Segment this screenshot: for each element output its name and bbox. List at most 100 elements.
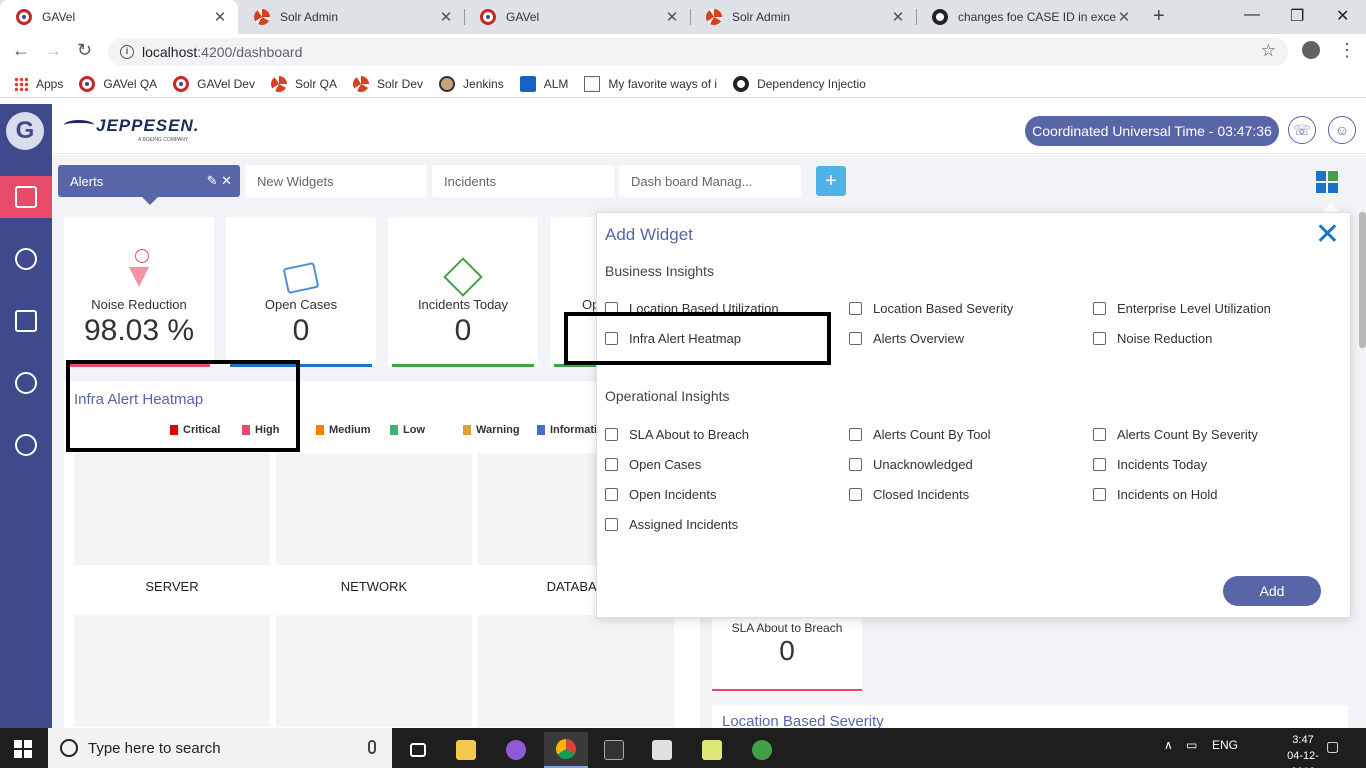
checkbox-incidents-today[interactable]: Incidents Today <box>1093 457 1207 472</box>
window-close-icon[interactable]: ✕ <box>1336 6 1349 26</box>
hs-app-icon[interactable] <box>740 732 784 768</box>
heatmap-cell-server[interactable] <box>74 453 270 565</box>
checkbox-open-incidents[interactable]: Open Incidents <box>605 487 716 502</box>
maximize-icon[interactable]: ❐ <box>1290 6 1304 26</box>
bookmark-dependency-injection[interactable]: Dependency Injectio <box>733 75 866 92</box>
support-icon[interactable]: ☏ <box>1288 116 1316 144</box>
tab-incidents[interactable]: Incidents <box>432 165 614 197</box>
site-info-icon[interactable]: i <box>120 45 134 59</box>
bookmark-alm[interactable]: ALM <box>519 75 568 92</box>
bookmark-gavel-qa[interactable]: GAVel QA <box>79 75 157 92</box>
card-sla-about-to-breach[interactable]: SLA About to Breach 0 <box>712 617 862 691</box>
url-input[interactable]: i localhost:4200/dashboard ☆ <box>108 38 1288 66</box>
checkbox-alerts-count-by-severity[interactable]: Alerts Count By Severity <box>1093 427 1258 442</box>
close-icon[interactable]: ✕ <box>890 8 906 26</box>
browser-tab-gavel-1[interactable]: GAVel ✕ <box>0 0 238 34</box>
card-incidents-today[interactable]: Incidents Today 0 <box>388 217 538 367</box>
taskbar-search-input[interactable]: Type here to search <box>48 728 392 768</box>
bookmark-solr-qa[interactable]: Solr QA <box>270 75 337 92</box>
close-icon[interactable]: ✕ <box>664 8 680 26</box>
browser-tab-solr-1[interactable]: Solr Admin ✕ <box>238 0 464 34</box>
checkbox-closed-incidents[interactable]: Closed Incidents <box>849 487 969 502</box>
close-icon[interactable]: ✕ <box>212 8 228 26</box>
card-label: Open Cases <box>264 297 338 312</box>
file-explorer-icon[interactable] <box>444 732 488 768</box>
sidebar-item-settings[interactable] <box>0 424 52 466</box>
bookmark-solr-dev[interactable]: Solr Dev <box>353 75 423 92</box>
forward-icon[interactable]: → <box>44 40 62 61</box>
heatmap-cell[interactable] <box>276 615 472 727</box>
checkbox-unacknowledged[interactable]: Unacknowledged <box>849 457 973 472</box>
checkbox-assigned-incidents[interactable]: Assigned Incidents <box>605 517 738 532</box>
heatmap-cell-network[interactable] <box>276 453 472 565</box>
checkbox-noise-reduction[interactable]: Noise Reduction <box>1093 331 1212 346</box>
bookmark-star-icon[interactable]: ☆ <box>1261 41 1276 61</box>
bookmark-label: Apps <box>36 76 64 91</box>
browser-tab-bar: GAVel ✕ Solr Admin ✕ GAVel ✕ Solr Admin … <box>0 0 1366 34</box>
checkbox-sla-about-to-breach[interactable]: SLA About to Breach <box>605 427 749 442</box>
sidebar-item-reports[interactable] <box>0 300 52 342</box>
sidebar-item-dashboard[interactable] <box>0 176 52 218</box>
card-noise-reduction[interactable]: Noise Reduction 98.03 % <box>64 217 214 367</box>
user-icon[interactable]: ☺ <box>1328 116 1356 144</box>
heatmap-cell[interactable] <box>478 615 674 727</box>
spreadsheet-icon[interactable] <box>690 732 734 768</box>
bookmark-label: Dependency Injectio <box>757 76 866 91</box>
minimize-icon[interactable]: — <box>1244 6 1260 24</box>
bookmark-jenkins[interactable]: Jenkins <box>439 75 504 92</box>
app-icon[interactable] <box>494 732 538 768</box>
microphone-icon[interactable] <box>368 740 376 754</box>
close-icon[interactable]: ✕ <box>221 173 232 188</box>
add-tab-button[interactable]: + <box>816 166 846 196</box>
task-view-icon[interactable] <box>396 732 440 768</box>
close-icon[interactable]: ✕ <box>1315 220 1340 250</box>
chrome-icon[interactable] <box>544 732 588 768</box>
heatmap-cell[interactable] <box>74 615 270 727</box>
network-tray-icon[interactable]: ▭ <box>1186 738 1197 752</box>
windows-start-icon[interactable] <box>14 740 32 758</box>
bookmark-favorite-ways[interactable]: My favorite ways of i <box>584 75 717 92</box>
checkbox-alerts-overview[interactable]: Alerts Overview <box>849 331 964 346</box>
browser-tab-solr-2[interactable]: Solr Admin ✕ <box>690 0 916 34</box>
reload-icon[interactable]: ↻ <box>77 40 92 61</box>
checkbox-enterprise-level-utilization[interactable]: Enterprise Level Utilization <box>1093 301 1271 316</box>
back-icon[interactable]: ← <box>12 40 30 61</box>
alm-icon <box>519 75 536 92</box>
clock-time: 3:47 <box>1292 734 1314 746</box>
menu-icon[interactable]: ⋮ <box>1338 40 1356 61</box>
page-scrollbar[interactable] <box>1359 212 1366 348</box>
checkbox-open-cases[interactable]: Open Cases <box>605 457 701 472</box>
tray-expand-icon[interactable]: ∧ <box>1164 738 1173 752</box>
sidebar-item-tickets[interactable] <box>0 362 52 404</box>
checkbox-location-based-severity[interactable]: Location Based Severity <box>849 301 1013 316</box>
new-tab-button[interactable]: + <box>1153 5 1165 28</box>
add-widget-icon[interactable] <box>1316 171 1340 195</box>
profile-icon[interactable] <box>1302 41 1320 59</box>
gavel-logo-icon[interactable]: G <box>6 112 44 150</box>
notifications-icon[interactable]: ▢ <box>1326 738 1339 755</box>
edit-icon[interactable]: ✎ <box>207 173 218 188</box>
card-label: Incidents Today <box>417 297 509 312</box>
browser-tab-github[interactable]: changes foe CASE ID in excel b ✕ <box>916 0 1142 34</box>
add-button[interactable]: Add <box>1223 576 1321 606</box>
checkbox-incidents-on-hold[interactable]: Incidents on Hold <box>1093 487 1217 502</box>
tab-title: Solr Admin <box>280 10 339 24</box>
browser-tab-gavel-2[interactable]: GAVel ✕ <box>464 0 690 34</box>
legend-information: Informati <box>537 424 597 436</box>
close-icon[interactable]: ✕ <box>1116 8 1132 26</box>
language-indicator[interactable]: ENG <box>1212 738 1238 752</box>
heatmap-label-server: SERVER <box>145 579 199 594</box>
tab-new-widgets[interactable]: New Widgets <box>245 165 427 197</box>
checkbox-alerts-count-by-tool[interactable]: Alerts Count By Tool <box>849 427 991 442</box>
tab-dashboard-management[interactable]: Dash board Manag... <box>619 165 801 197</box>
jeppesen-swoosh-icon <box>64 120 94 130</box>
system-clock[interactable]: 3:47 04-12-2018 <box>1278 732 1328 780</box>
terminal-icon[interactable] <box>592 732 636 768</box>
sidebar-item-network[interactable] <box>0 238 52 280</box>
tab-alerts[interactable]: Alerts ✎ ✕ <box>58 165 240 205</box>
close-icon[interactable]: ✕ <box>438 8 454 26</box>
card-open-cases[interactable]: Open Cases 0 <box>226 217 376 367</box>
document-icon[interactable] <box>640 732 684 768</box>
bookmark-gavel-dev[interactable]: GAVel Dev <box>173 75 255 92</box>
bookmark-apps[interactable]: Apps <box>14 76 64 91</box>
